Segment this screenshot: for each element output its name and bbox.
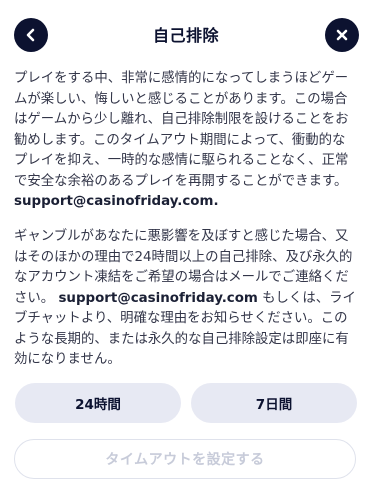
close-icon: [336, 29, 348, 41]
page-title: 自己排除: [152, 26, 219, 45]
close-button[interactable]: [325, 18, 359, 52]
info-paragraph-1: プレイをする中、非常に感情的になってしまうほどゲームが楽しい、悔しいと感じること…: [14, 69, 358, 213]
support-email: support@casinofriday.com: [58, 290, 258, 306]
info-paragraph-1-text: プレイをする中、非常に感情的になってしまうほどゲームが楽しい、悔しいと感じること…: [14, 71, 349, 189]
set-timeout-button[interactable]: タイムアウトを設定する: [14, 439, 356, 479]
info-paragraph-2: ギャンブルがあなたに悪影響を及ぼすと感じた場合、又はそのほかの理由で24時間以上…: [14, 227, 358, 371]
duration-24h-button[interactable]: 24時間: [15, 383, 181, 423]
support-email: support@casinofriday.com.: [14, 194, 219, 209]
modal-header: 自己排除: [0, 0, 372, 70]
duration-7d-button[interactable]: 7日間: [191, 383, 357, 423]
